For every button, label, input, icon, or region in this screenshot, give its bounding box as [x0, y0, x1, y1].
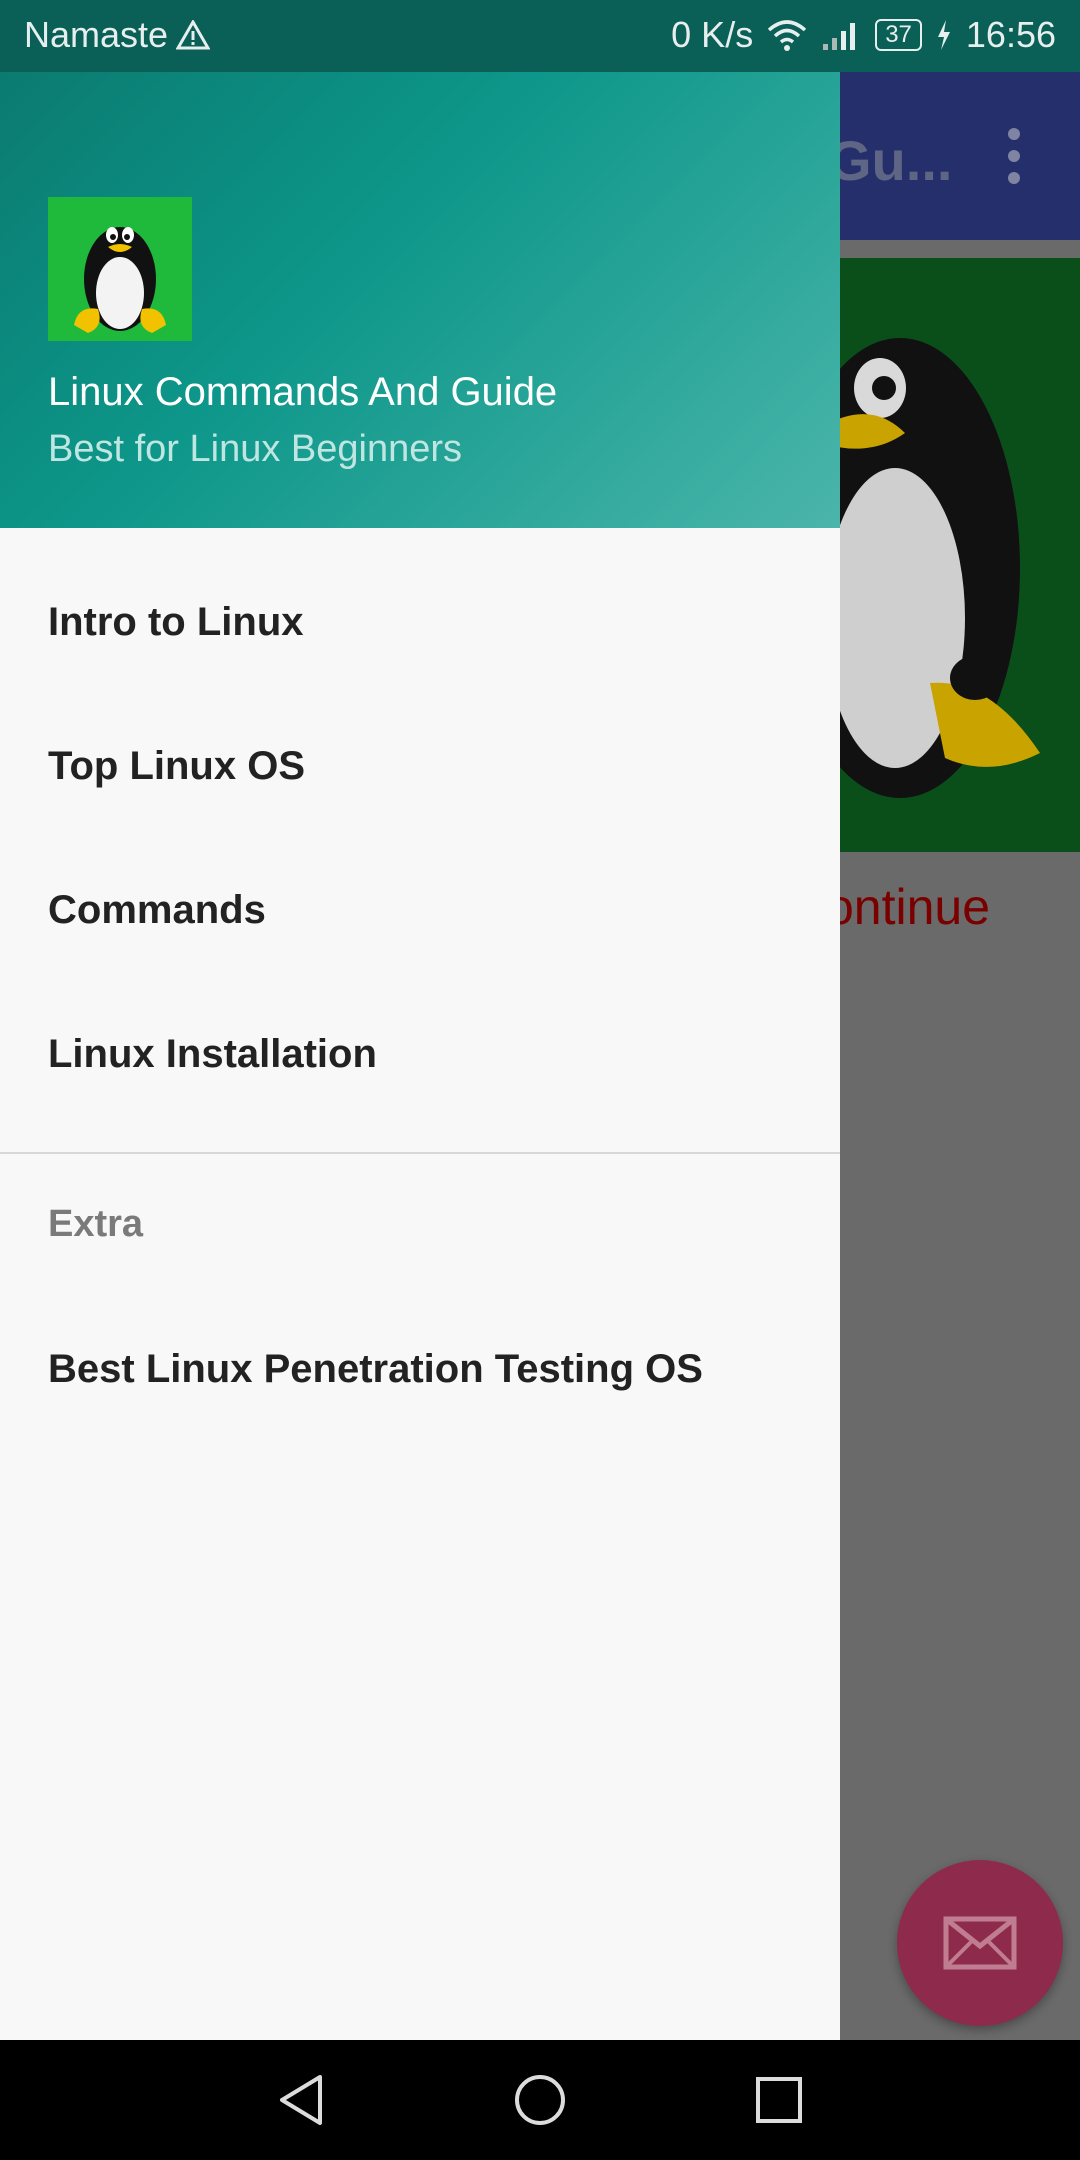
menu-divider	[0, 1152, 840, 1154]
overflow-menu-icon[interactable]	[1000, 128, 1028, 184]
signal-icon	[823, 23, 856, 50]
drawer-title: Linux Commands And Guide	[48, 370, 558, 414]
app-logo	[48, 197, 192, 341]
back-button[interactable]	[251, 2056, 351, 2144]
home-icon	[515, 2075, 565, 2125]
status-left: Namaste	[24, 14, 211, 56]
system-nav-bar	[0, 2040, 1080, 2160]
mail-icon	[943, 1916, 1017, 1970]
menu-item-commands[interactable]: Commands	[48, 888, 266, 933]
home-button[interactable]	[490, 2056, 590, 2144]
back-icon	[280, 2075, 322, 2125]
menu-item-linux-installation[interactable]: Linux Installation	[48, 1032, 377, 1077]
email-fab[interactable]	[897, 1860, 1063, 2026]
recents-icon	[756, 2077, 802, 2123]
status-right: 0 K/s 37 16:56	[671, 14, 1056, 56]
menu-item-top-linux-os[interactable]: Top Linux OS	[48, 744, 305, 789]
drawer-subtitle: Best for Linux Beginners	[48, 428, 463, 470]
app-title: Gu...	[828, 129, 953, 192]
navigation-drawer: Linux Commands And Guide Best for Linux …	[0, 0, 840, 2040]
menu-item-penetration-testing-os[interactable]: Best Linux Penetration Testing OS	[48, 1347, 703, 1392]
warning-icon	[176, 20, 211, 50]
net-speed-label: 0 K/s	[671, 14, 754, 55]
carrier-label: Namaste	[24, 14, 169, 55]
charging-icon	[937, 20, 950, 50]
drawer-header: Linux Commands And Guide Best for Linux …	[0, 0, 840, 528]
menu-item-intro-to-linux[interactable]: Intro to Linux	[48, 600, 304, 645]
tux-logo-icon	[74, 227, 166, 333]
battery-indicator: 37	[875, 19, 922, 51]
status-bar: Namaste 0 K/s 37 16:56	[0, 0, 1080, 72]
continue-button[interactable]: ontinue	[826, 878, 990, 936]
clock: 16:56	[965, 14, 1056, 55]
section-header-extra: Extra	[48, 1203, 144, 1245]
recents-button[interactable]	[729, 2056, 829, 2144]
wifi-icon	[768, 20, 807, 51]
